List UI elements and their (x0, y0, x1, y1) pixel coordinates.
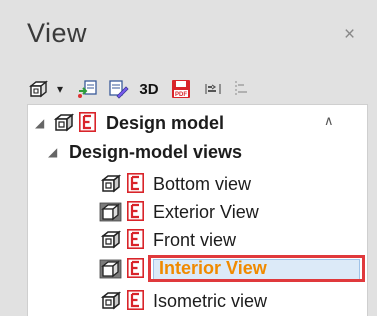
align-icon[interactable] (203, 73, 223, 105)
expanded-arrow-icon[interactable]: ◢ (48, 145, 57, 159)
dropdown-arrow-icon[interactable]: ▾ (54, 73, 66, 105)
3d-button[interactable]: 3D (134, 73, 164, 105)
align-disabled-icon[interactable] (232, 73, 252, 105)
tree-item-exterior-view[interactable]: Exterior View (28, 197, 367, 226)
tree-item-isometric-view[interactable]: Isometric view (28, 286, 367, 315)
cube-icon (100, 173, 122, 198)
e-icon (127, 229, 144, 249)
cube-icon (53, 112, 75, 137)
save-pdf-icon[interactable]: PDF (170, 73, 192, 105)
edit-view-icon[interactable] (107, 73, 129, 105)
view-panel: View × ▾ 3D PDF ◢ Design model ◢ Design-… (0, 0, 377, 316)
tree-item-design-model[interactable]: ◢ Design model (28, 108, 367, 137)
expanded-arrow-icon[interactable]: ◢ (35, 116, 44, 130)
e-icon (127, 201, 144, 221)
camera-icon (99, 201, 122, 227)
tree-item-design-model-views[interactable]: ◢ Design-model views (28, 137, 367, 166)
model-view-icon[interactable] (27, 73, 49, 105)
tree-item-label: Bottom view (153, 174, 252, 194)
camera-icon (99, 258, 122, 284)
tree-item-front-view[interactable]: Front view (28, 225, 367, 254)
3d-label: 3D (139, 80, 159, 98)
tree-item-label: Interior View (159, 258, 267, 278)
tree-item-label: Design model (106, 113, 225, 133)
tree-item-label: Exterior View (153, 202, 259, 222)
view-tree: ◢ Design model ◢ Design-model views Bott… (27, 104, 368, 316)
cube-icon (100, 229, 122, 254)
pdf-label: PDF (175, 92, 187, 98)
cube-icon (100, 290, 122, 315)
tree-item-bottom-view[interactable]: Bottom view (28, 169, 367, 198)
tree-item-interior-view[interactable]: Interior View (28, 255, 367, 284)
e-icon (79, 112, 96, 132)
e-icon (127, 290, 144, 310)
add-view-icon[interactable] (77, 73, 99, 105)
e-icon (127, 258, 144, 278)
tree-item-label: Isometric view (153, 291, 268, 311)
e-icon (127, 173, 144, 193)
scroll-up-icon[interactable]: ∧ (324, 113, 334, 129)
panel-title: View (27, 18, 88, 48)
tree-item-label: Front view (153, 230, 237, 250)
tree-item-label: Design-model views (69, 142, 243, 162)
close-icon[interactable]: × (344, 25, 355, 44)
